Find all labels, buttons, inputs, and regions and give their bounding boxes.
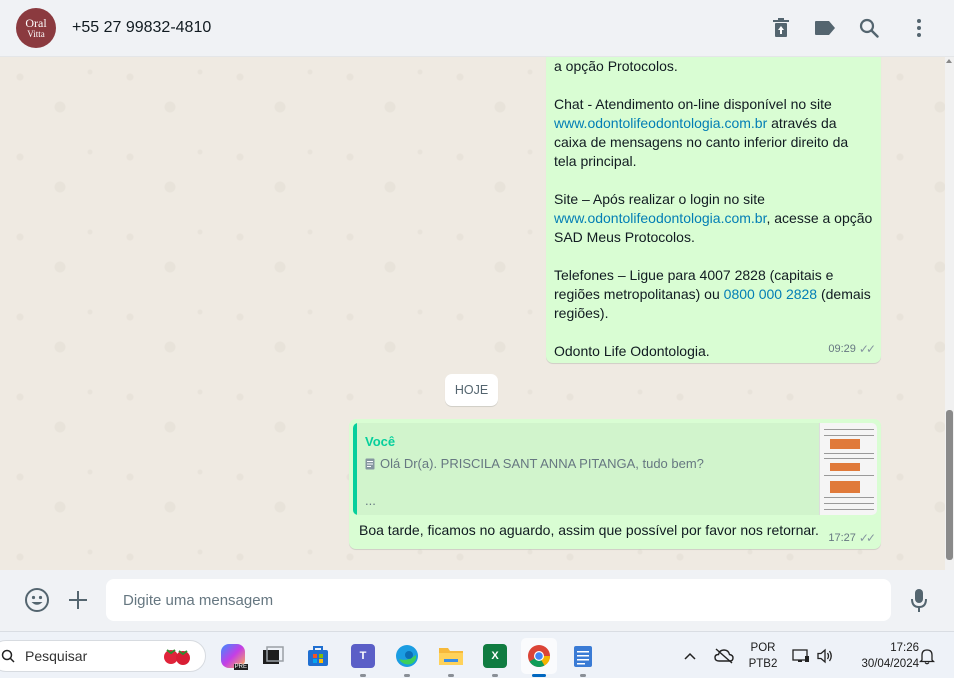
message-input[interactable] xyxy=(106,579,891,621)
emoji-icon[interactable] xyxy=(24,587,50,613)
language-indicator[interactable]: POR PTB2 xyxy=(744,640,782,672)
running-indicator xyxy=(492,674,498,677)
store-icon[interactable] xyxy=(300,638,336,674)
running-indicator xyxy=(532,674,546,677)
running-indicator xyxy=(404,674,410,677)
message-time: 17:27 xyxy=(828,532,856,544)
label-icon[interactable] xyxy=(813,16,837,40)
quoted-message[interactable]: Você Olá Dr(a). PRISCILA SANT ANNA PITAN… xyxy=(353,423,877,515)
message-time: 09:29 xyxy=(828,343,856,355)
volume-icon[interactable] xyxy=(812,638,838,674)
site-link[interactable]: www.odontolifeodontologia.com.br xyxy=(554,210,766,226)
site-link[interactable]: www.odontolifeodontologia.com.br xyxy=(554,115,767,131)
running-indicator xyxy=(360,674,366,677)
avatar[interactable]: Oral Vitta xyxy=(16,8,56,48)
phone-link[interactable]: 0800 000 2828 xyxy=(724,286,817,302)
delete-icon[interactable] xyxy=(769,16,793,40)
quote-ellipsis: ... xyxy=(365,493,376,508)
cloud-offline-icon[interactable] xyxy=(708,638,740,674)
search-icon xyxy=(1,649,15,663)
edge-icon[interactable] xyxy=(389,638,425,677)
contact-name[interactable]: +55 27 99832-4810 xyxy=(72,19,211,37)
copilot-icon[interactable]: PRE xyxy=(215,638,251,674)
message-paragraph: Chat - Atendimento on-line disponível no… xyxy=(554,95,873,171)
quote-bar xyxy=(353,423,357,515)
message-meta: 09:29 ✓✓ xyxy=(828,340,876,359)
avatar-logo-bottom: Vitta xyxy=(27,29,45,39)
scroll-up-arrow-icon[interactable] xyxy=(946,59,952,63)
message-meta: 17:27 ✓✓ xyxy=(828,531,876,545)
taskbar-search-label: Pesquisar xyxy=(25,648,88,664)
teams-icon[interactable]: T xyxy=(345,638,381,677)
chevron-up-icon[interactable] xyxy=(675,638,705,674)
network-icon[interactable] xyxy=(788,638,814,674)
read-ticks-icon: ✓✓ xyxy=(858,342,876,356)
clock[interactable]: 17:26 30/04/2024 xyxy=(843,640,919,672)
taskbar-search[interactable]: Pesquisar xyxy=(0,640,206,672)
strawberry-icon xyxy=(161,645,195,667)
message-text: Chat - Atendimento on-line disponível no… xyxy=(554,96,832,112)
message-paragraph: a opção Protocolos. xyxy=(554,58,678,74)
quote-text: Olá Dr(a). PRISCILA SANT ANNA PITANGA, t… xyxy=(365,456,704,471)
chat-header: Oral Vitta +55 27 99832-4810 xyxy=(0,0,954,57)
attach-plus-icon[interactable] xyxy=(65,587,91,613)
microphone-icon[interactable] xyxy=(906,587,932,613)
message-composer xyxy=(0,570,954,631)
file-explorer-icon[interactable] xyxy=(433,638,469,677)
quote-text-content: Olá Dr(a). PRISCILA SANT ANNA PITANGA, t… xyxy=(380,456,704,471)
avatar-logo-top: Oral xyxy=(25,16,47,30)
message-text: Site – Após realizar o login no site xyxy=(554,191,765,207)
message-paragraph: Odonto Life Odontologia. xyxy=(554,343,710,359)
notification-bell-icon[interactable] xyxy=(914,638,940,674)
chat-area[interactable]: a opção Protocolos. Chat - Atendimento o… xyxy=(0,57,954,570)
excel-icon[interactable]: X xyxy=(477,638,513,677)
message-text: Boa tarde, ficamos no aguardo, assim que… xyxy=(359,522,819,538)
scroll-thumb[interactable] xyxy=(946,410,953,560)
quote-author: Você xyxy=(365,434,396,449)
chat-scrollbar[interactable] xyxy=(945,57,954,570)
task-view-icon[interactable] xyxy=(255,638,291,674)
windows-taskbar: Pesquisar PRE T X POR PTB2 17:26 30/04/2… xyxy=(0,631,954,678)
document-icon xyxy=(365,458,375,469)
date-divider: HOJE xyxy=(445,374,498,406)
read-ticks-icon: ✓✓ xyxy=(858,531,876,545)
running-indicator xyxy=(448,674,454,677)
keyboard-layout: PTB2 xyxy=(748,658,778,670)
document-thumbnail[interactable] xyxy=(819,423,877,515)
search-icon[interactable] xyxy=(857,16,881,40)
outgoing-message[interactable]: Você Olá Dr(a). PRISCILA SANT ANNA PITAN… xyxy=(349,419,881,549)
clock-date: 30/04/2024 xyxy=(861,658,919,670)
notepad-icon[interactable] xyxy=(565,638,601,677)
chrome-icon[interactable] xyxy=(521,638,557,677)
message-paragraph: Telefones – Ligue para 4007 2828 (capita… xyxy=(554,266,873,323)
menu-icon[interactable] xyxy=(907,16,931,40)
running-indicator xyxy=(580,674,586,677)
clock-time: 17:26 xyxy=(890,642,919,654)
message-paragraph: Site – Após realizar o login no site www… xyxy=(554,190,873,247)
outgoing-message[interactable]: a opção Protocolos. Chat - Atendimento o… xyxy=(546,57,881,363)
language-code: POR xyxy=(750,642,776,654)
